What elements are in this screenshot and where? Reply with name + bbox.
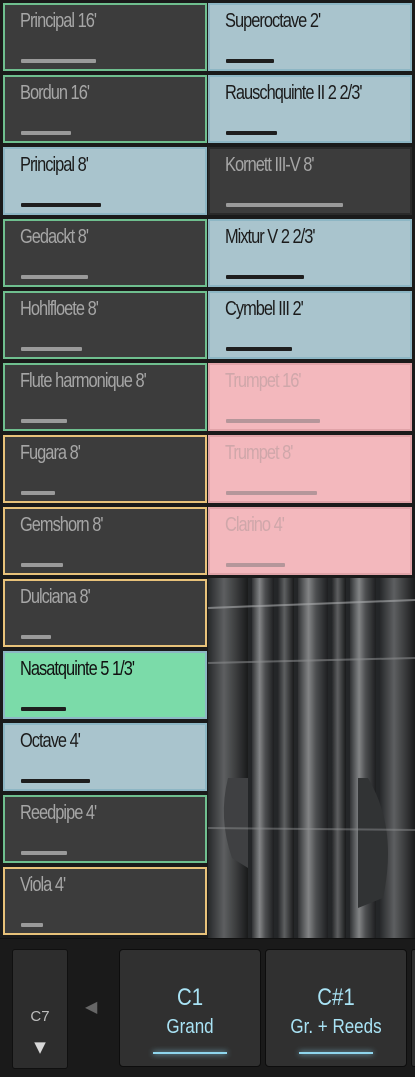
stop-tab[interactable]: Superoctave 2'	[208, 3, 412, 71]
stop-level-bar[interactable]	[226, 275, 304, 279]
stop-tab[interactable]: Viola 4'	[3, 867, 207, 935]
stop-tab[interactable]: Kornett III-V 8'	[208, 147, 412, 215]
stop-tab[interactable]: Octave 4'	[3, 723, 207, 791]
preset-button-c1[interactable]: C1 Grand	[119, 949, 261, 1067]
stop-tab[interactable]: Trumpet 8'	[208, 435, 412, 503]
stop-label: Reedpipe 4'	[20, 802, 97, 824]
stop-tab[interactable]: Dulciana 8'	[3, 579, 207, 647]
stop-tab[interactable]: Gedackt 8'	[3, 219, 207, 287]
stop-tab[interactable]: Gemshorn 8'	[3, 507, 207, 575]
stop-label: Nasatquinte 5 1/3'	[20, 658, 135, 680]
stop-label: Trumpet 16'	[225, 370, 302, 392]
stop-level-bar[interactable]	[21, 59, 96, 63]
preset-key: C#1	[317, 984, 355, 1011]
stop-label: Principal 8'	[20, 154, 89, 176]
stop-tab[interactable]: Rauschquinte II 2 2/3'	[208, 75, 412, 143]
stop-level-bar[interactable]	[226, 347, 292, 351]
preset-underline	[153, 1052, 227, 1054]
stop-level-bar[interactable]	[226, 203, 343, 207]
stop-level-bar[interactable]	[21, 419, 67, 423]
stop-label: Kornett III-V 8'	[225, 154, 315, 176]
stop-level-bar[interactable]	[21, 707, 66, 711]
preset-name: Grand	[166, 1016, 214, 1038]
preset-underline	[299, 1052, 373, 1054]
preset-name: Gr. + Reeds	[290, 1016, 382, 1038]
stop-level-bar[interactable]	[21, 779, 90, 783]
stop-tab[interactable]: Mixtur V 2 2/3'	[208, 219, 412, 287]
stop-label: Viola 4'	[20, 874, 66, 896]
stop-label: Principal 16'	[20, 10, 97, 32]
stop-tab[interactable]: Bordun 16'	[3, 75, 207, 143]
stop-level-bar[interactable]	[21, 275, 88, 279]
stop-level-bar[interactable]	[21, 923, 43, 927]
stop-tab[interactable]: Principal 16'	[3, 3, 207, 71]
stop-tab[interactable]: Trumpet 16'	[208, 363, 412, 431]
stop-label: Mixtur V 2 2/3'	[225, 226, 316, 248]
octave-label: C7	[30, 1008, 50, 1025]
stop-label: Clarino 4'	[225, 514, 285, 536]
organ-pipes-image	[208, 578, 415, 938]
stop-level-bar[interactable]	[226, 131, 277, 135]
stop-label: Cymbel III 2'	[225, 298, 304, 320]
stop-label: Hohlfloete 8'	[20, 298, 99, 320]
stop-label: Superoctave 2'	[225, 10, 321, 32]
stop-level-bar[interactable]	[21, 851, 67, 855]
chevron-left-icon[interactable]: ◀	[85, 997, 97, 1016]
stop-tab[interactable]: Reedpipe 4'	[3, 795, 207, 863]
stop-level-bar[interactable]	[21, 347, 82, 351]
stop-level-bar[interactable]	[21, 491, 55, 495]
preset-key: C1	[176, 984, 204, 1011]
stop-tab[interactable]: Flute harmonique 8'	[3, 363, 207, 431]
preset-button-partial[interactable]	[411, 949, 415, 1067]
stop-tab[interactable]: Hohlfloete 8'	[3, 291, 207, 359]
stop-level-bar[interactable]	[21, 203, 101, 207]
octave-selector[interactable]: C7 ▼	[12, 949, 68, 1069]
stop-level-bar[interactable]	[226, 491, 317, 495]
stop-tab[interactable]: Nasatquinte 5 1/3'	[3, 651, 207, 719]
stop-level-bar[interactable]	[226, 563, 285, 567]
stop-level-bar[interactable]	[226, 419, 320, 423]
stop-label: Gemshorn 8'	[20, 514, 104, 536]
stop-level-bar[interactable]	[226, 59, 274, 63]
stop-label: Octave 4'	[20, 730, 81, 752]
stop-label: Dulciana 8'	[20, 586, 91, 608]
stop-label: Bordun 16'	[20, 82, 90, 104]
stop-tab[interactable]: Cymbel III 2'	[208, 291, 412, 359]
stop-label: Rauschquinte II 2 2/3'	[225, 82, 362, 104]
stop-label: Gedackt 8'	[20, 226, 89, 248]
stop-tab[interactable]: Clarino 4'	[208, 507, 412, 575]
stop-level-bar[interactable]	[21, 635, 51, 639]
organ-pipes-art	[208, 578, 415, 938]
stop-level-bar[interactable]	[21, 131, 71, 135]
stop-label: Trumpet 8'	[225, 442, 293, 464]
preset-button-cs1[interactable]: C#1 Gr. + Reeds	[265, 949, 407, 1067]
triangle-down-icon: ▼	[34, 1038, 46, 1056]
stop-label: Flute harmonique 8'	[20, 370, 147, 392]
stop-label: Fugara 8'	[20, 442, 81, 464]
stop-tab[interactable]: Principal 8'	[3, 147, 207, 215]
preset-bar: C7 ▼ ◀ C1 Grand C#1 Gr. + Reeds	[0, 938, 415, 1077]
stop-tab[interactable]: Fugara 8'	[3, 435, 207, 503]
stop-level-bar[interactable]	[21, 563, 63, 567]
